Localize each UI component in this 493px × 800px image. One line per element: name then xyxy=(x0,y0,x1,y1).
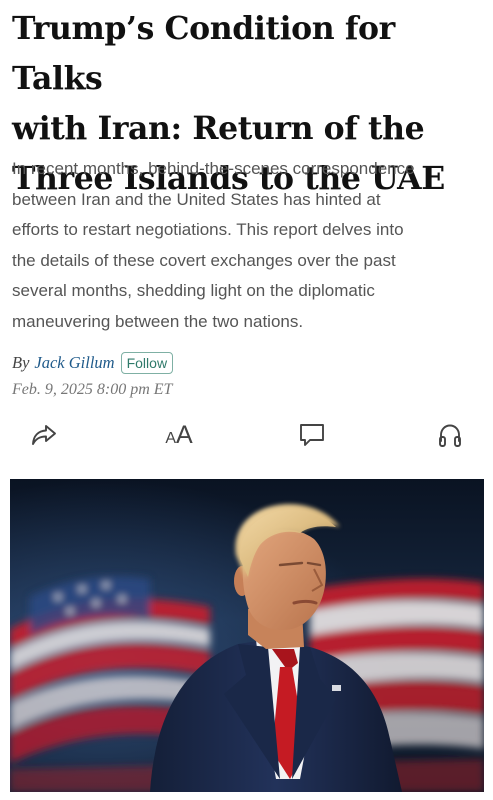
headline-line: Trump’s Condition for Talks xyxy=(12,10,395,97)
text-size-small-a: A xyxy=(165,429,176,447)
share-button[interactable] xyxy=(26,418,62,452)
share-arrow-icon xyxy=(32,425,56,445)
text-size-button[interactable]: AA xyxy=(158,418,198,452)
article-summary: In recent months, behind-the-scenes corr… xyxy=(12,154,482,338)
comments-button[interactable] xyxy=(294,418,330,452)
text-size-icon: AA xyxy=(165,420,193,450)
byline-prefix: By xyxy=(12,353,30,372)
article-photo xyxy=(10,479,484,792)
article-toolbar: AA xyxy=(0,418,493,454)
summary-line: between Iran and the United States has h… xyxy=(12,189,381,209)
headline-line: with Iran: Return of the xyxy=(12,110,425,147)
listen-button[interactable] xyxy=(432,418,468,452)
summary-line: the details of these covert exchanges ov… xyxy=(12,250,396,270)
author-link[interactable]: Jack Gillum xyxy=(34,353,114,373)
summary-line: In recent months, behind-the-scenes corr… xyxy=(12,159,415,178)
follow-button[interactable]: Follow xyxy=(120,352,174,374)
comment-bubble-icon xyxy=(300,424,324,446)
photo-illustration xyxy=(10,479,484,792)
publish-date: Feb. 9, 2025 8:00 pm ET xyxy=(12,381,173,398)
text-size-large-a: A xyxy=(175,420,193,449)
summary-line: maneuvering between the two nations. xyxy=(12,311,304,331)
byline: By Jack Gillum Follow xyxy=(12,349,174,377)
summary-line: efforts to restart negotiations. This re… xyxy=(12,220,404,240)
summary-line: several months, shedding light on the di… xyxy=(12,281,375,301)
headphones-icon xyxy=(439,424,461,447)
